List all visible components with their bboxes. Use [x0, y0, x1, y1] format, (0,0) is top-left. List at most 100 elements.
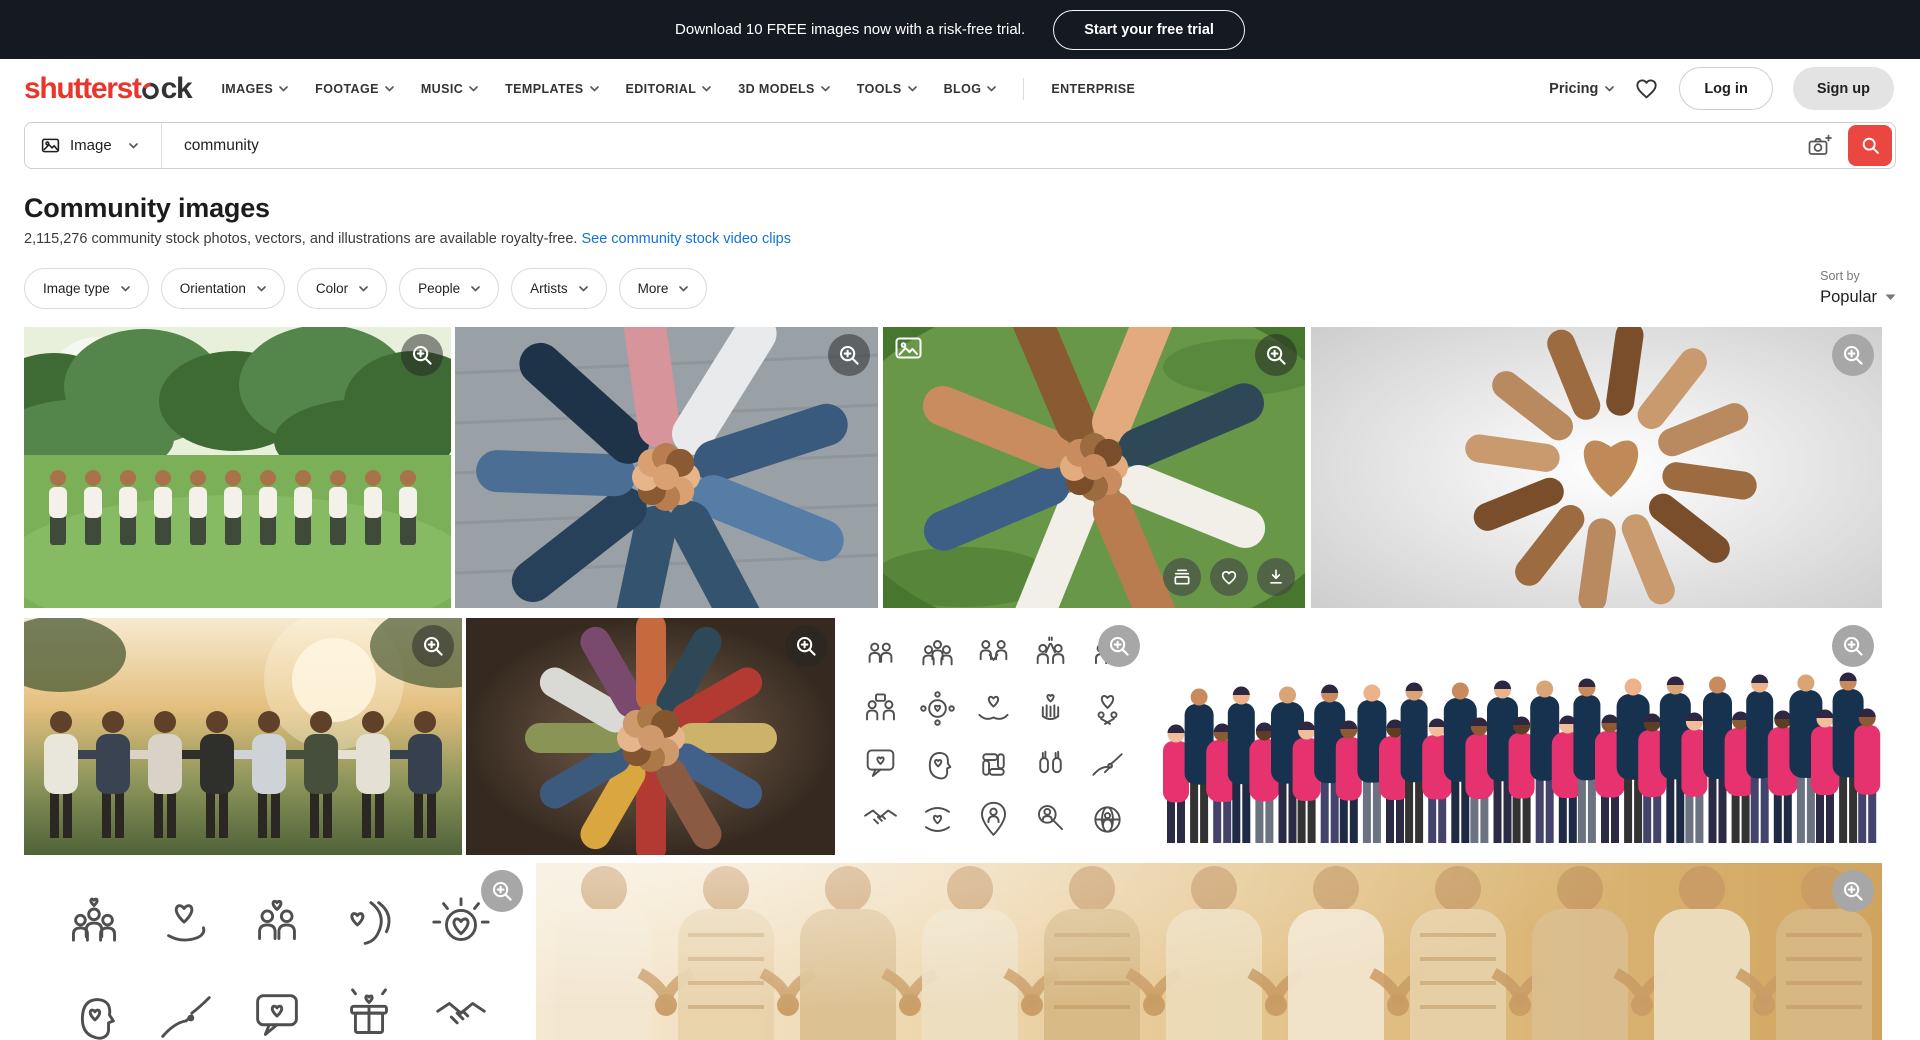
chevron-down-icon	[385, 86, 394, 92]
download-icon[interactable]	[1257, 558, 1295, 596]
chevron-down-icon	[1605, 86, 1614, 92]
person-search-icon	[1022, 792, 1079, 847]
result-hands-circle[interactable]	[466, 618, 835, 855]
zoom-in-icon[interactable]	[1832, 625, 1874, 667]
zoom-in-icon[interactable]	[481, 870, 523, 912]
photo-people-chain-sepia	[536, 863, 1882, 1040]
raised-hands-icon	[1022, 737, 1079, 792]
zoom-in-icon[interactable]	[1098, 625, 1140, 667]
results-count-text: 2,115,276 community stock photos, vector…	[24, 231, 577, 247]
filter-orientation[interactable]: Orientation	[161, 268, 285, 309]
pricing-link[interactable]: Pricing	[1549, 81, 1614, 97]
nav-blog[interactable]: BLOG	[944, 82, 997, 96]
caret-down-icon	[1885, 294, 1896, 301]
photo-friends-sunset	[24, 618, 462, 855]
search-section: Image	[0, 118, 1920, 169]
result-hands-together[interactable]	[883, 327, 1305, 608]
love-icons-grid	[24, 863, 531, 1040]
person-pin-icon	[966, 792, 1023, 847]
signup-button[interactable]: Sign up	[1793, 67, 1894, 110]
chevron-down-icon	[279, 86, 288, 92]
result-community-icons-set[interactable]	[840, 618, 1148, 855]
nav-tools[interactable]: TOOLS	[857, 82, 917, 96]
filter-color[interactable]: Color	[297, 268, 387, 309]
search-input[interactable]	[162, 137, 1793, 155]
chevron-down-icon	[590, 86, 599, 92]
favorite-heart-icon[interactable]	[1210, 558, 1248, 596]
photo-volunteers-field	[24, 327, 451, 608]
care-hands-icon	[909, 792, 966, 847]
result-stacked-hands[interactable]	[455, 327, 878, 608]
site-header: shutterstck IMAGES FOOTAGE MUSIC TEMPLAT…	[0, 59, 1920, 118]
sort-dropdown[interactable]: Popular	[1820, 288, 1896, 307]
result-volunteers-field[interactable]	[24, 327, 451, 608]
faces-heart-icon	[323, 877, 415, 971]
photo-hands-circle	[466, 618, 835, 855]
filter-image-type[interactable]: Image type	[24, 268, 149, 309]
hand-heart-icon	[140, 877, 232, 971]
zoom-in-icon[interactable]	[828, 334, 870, 376]
hands-holding-heart-icon	[1022, 681, 1079, 736]
helping-hand-icon	[1079, 737, 1136, 792]
photo-stacked-hands	[455, 327, 878, 608]
nav-editorial[interactable]: EDITORIAL	[626, 82, 712, 96]
free-trial-button[interactable]: Start your free trial	[1053, 10, 1245, 50]
nav-divider	[1023, 78, 1024, 100]
speech-heart-icon	[232, 971, 324, 1040]
search-button[interactable]	[1848, 125, 1892, 166]
nav-enterprise[interactable]: ENTERPRISE	[1051, 82, 1135, 96]
nav-templates[interactable]: TEMPLATES	[505, 82, 598, 96]
media-type-label: Image	[70, 137, 112, 154]
video-clips-link[interactable]: See community stock video clips	[581, 231, 791, 247]
zoom-in-icon[interactable]	[785, 625, 827, 667]
search-by-image-icon[interactable]	[1793, 133, 1848, 158]
filters-toolbar: Image type Orientation Color People Arti…	[24, 268, 1896, 309]
results-grid	[24, 327, 1882, 1040]
handshake-icon	[852, 792, 909, 847]
find-similar-icon[interactable]	[1163, 558, 1201, 596]
zoom-in-icon[interactable]	[1255, 334, 1297, 376]
result-heart-hands-circle[interactable]	[1311, 327, 1882, 608]
result-friends-sunset[interactable]	[24, 618, 462, 855]
hands-unity-icon	[966, 737, 1023, 792]
hands-heart-icon	[966, 681, 1023, 736]
chevron-down-icon	[702, 86, 711, 92]
shutterstock-search-page: Download 10 FREE images now with a risk-…	[0, 0, 1920, 1040]
nav-3d-models[interactable]: 3D MODELS	[738, 82, 830, 96]
search-bar: Image	[24, 122, 1896, 169]
promo-banner: Download 10 FREE images now with a risk-…	[0, 0, 1920, 59]
people-chat-icon	[852, 681, 909, 736]
filter-more[interactable]: More	[619, 268, 708, 309]
chevron-down-icon	[908, 86, 917, 92]
zoom-in-icon[interactable]	[1832, 870, 1874, 912]
page-title: Community images	[24, 193, 1896, 224]
chevron-down-icon	[579, 286, 588, 292]
zoom-in-icon[interactable]	[1832, 334, 1874, 376]
filter-artists[interactable]: Artists	[511, 268, 607, 309]
sort-label: Sort by	[1820, 269, 1896, 283]
login-button[interactable]: Log in	[1679, 67, 1773, 110]
chevron-down-icon	[121, 286, 130, 292]
reaching-hands-icon	[140, 971, 232, 1040]
media-type-select[interactable]: Image	[25, 123, 162, 168]
filter-people[interactable]: People	[399, 268, 499, 309]
gift-heart-icon	[323, 971, 415, 1040]
nav-footage[interactable]: FOOTAGE	[315, 82, 394, 96]
zoom-in-icon[interactable]	[412, 625, 454, 667]
illustration-diverse-crowd	[1153, 618, 1882, 855]
nav-images[interactable]: IMAGES	[221, 82, 288, 96]
shutter-o-icon	[141, 82, 160, 101]
results-summary: 2,115,276 community stock photos, vector…	[24, 231, 1896, 247]
result-love-icons-set[interactable]	[24, 863, 531, 1040]
chevron-down-icon	[129, 143, 138, 149]
favorites-heart-icon[interactable]	[1634, 76, 1659, 101]
result-people-chain-sepia[interactable]	[536, 863, 1882, 1040]
zoom-in-icon[interactable]	[401, 334, 443, 376]
three-people-icon	[909, 626, 966, 681]
head-heart-icon	[48, 971, 140, 1040]
result-crowd-illustration[interactable]	[1153, 618, 1882, 855]
chevron-down-icon	[359, 286, 368, 292]
chevron-down-icon	[471, 286, 480, 292]
nav-music[interactable]: MUSIC	[421, 82, 478, 96]
shutterstock-logo[interactable]: shutterstck	[24, 72, 191, 106]
